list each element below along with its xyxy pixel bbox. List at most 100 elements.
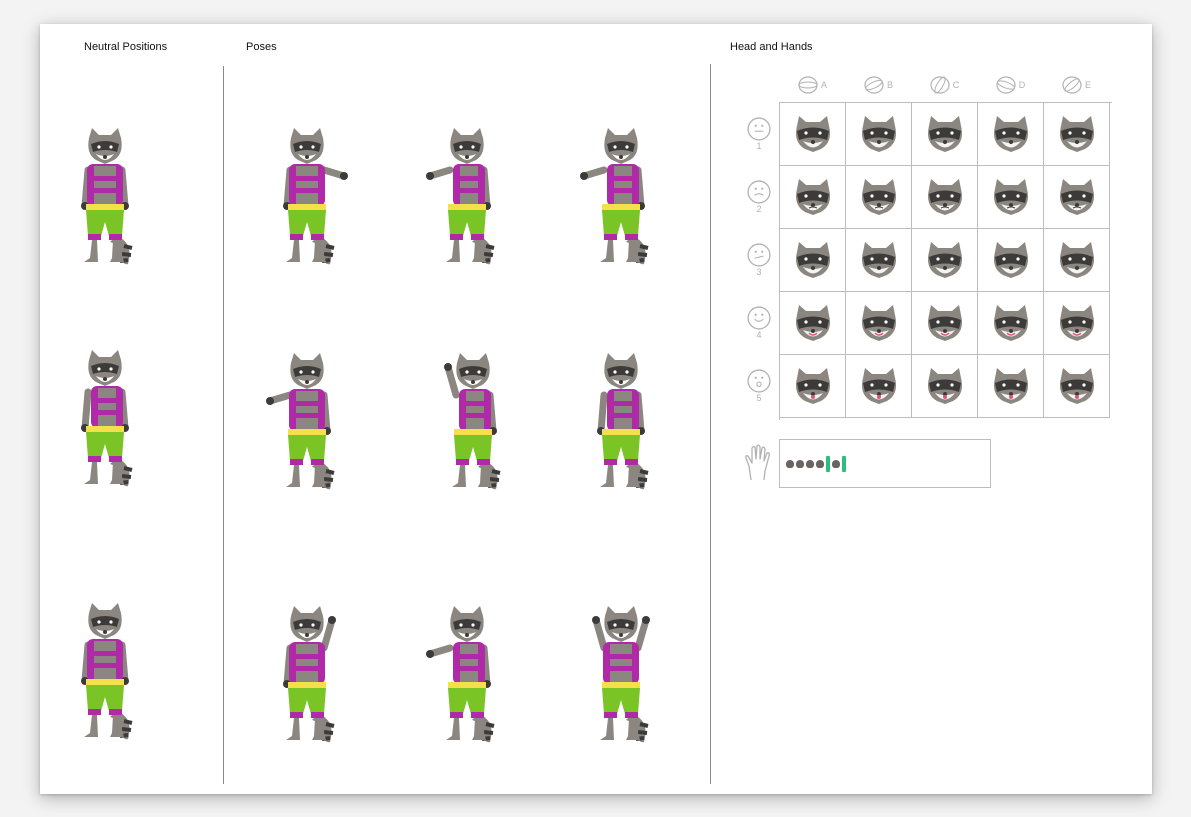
- head-cell: [978, 229, 1044, 292]
- raccoon-figure-pose-wave-right: [266, 124, 348, 269]
- face-expression-icon: [747, 243, 771, 267]
- head-cell: [1044, 103, 1110, 166]
- column-label: E: [1084, 80, 1091, 90]
- head-cell: [1044, 229, 1110, 292]
- column-label: A: [820, 80, 827, 90]
- hand-icon: [745, 444, 770, 481]
- head-cell: [1044, 166, 1110, 229]
- head-cell: [978, 292, 1044, 355]
- head-cell: [780, 166, 846, 229]
- hand-sprite-highlighted: [842, 455, 846, 472]
- face-expression-icon: [747, 180, 771, 204]
- row-label: 1: [756, 141, 762, 151]
- divider-right: [710, 64, 711, 784]
- head-angle-icon: [1062, 76, 1082, 94]
- raccoon-head-icon: [993, 242, 1028, 278]
- raccoon-head-icon: [1059, 116, 1094, 152]
- raccoon-head-icon: [1059, 242, 1094, 278]
- column-header: C: [911, 74, 977, 96]
- row-header: 5: [740, 356, 778, 416]
- raccoon-figure-neutral-back: [64, 599, 146, 744]
- raccoon-head-icon: [795, 305, 830, 341]
- head-angle-icon: [930, 76, 950, 94]
- head-grid: [779, 102, 1112, 420]
- row-label: 2: [756, 204, 762, 214]
- hand-sprite: [786, 459, 794, 468]
- raccoon-head-icon: [993, 179, 1028, 215]
- head-angle-icon: [864, 76, 884, 94]
- hand-sprite: [816, 459, 824, 468]
- head-cell: [846, 166, 912, 229]
- hand-sprite: [806, 459, 814, 468]
- head-cell: [912, 229, 978, 292]
- head-cell: [1044, 292, 1110, 355]
- head-cell: [912, 292, 978, 355]
- row-header: 1: [740, 104, 778, 164]
- face-expression-icon: [747, 306, 771, 330]
- hands-strip: [779, 439, 991, 488]
- head-cell: [780, 229, 846, 292]
- raccoon-figure-pose-hand-chest: [580, 349, 662, 494]
- column-header: B: [845, 74, 911, 96]
- hand-sprite: [796, 459, 804, 468]
- divider-left: [223, 66, 224, 784]
- raccoon-figure-neutral-side: [64, 346, 146, 491]
- head-cell: [846, 292, 912, 355]
- row-header: 2: [740, 167, 778, 227]
- head-cell: [978, 355, 1044, 418]
- raccoon-head-icon: [795, 368, 830, 404]
- head-cell: [780, 292, 846, 355]
- head-cell: [912, 103, 978, 166]
- column-label: B: [886, 80, 893, 90]
- raccoon-head-icon: [993, 305, 1028, 341]
- head-angle-icon: [798, 76, 818, 94]
- head-cell: [912, 355, 978, 418]
- character-sheet: Neutral Positions Poses Head and Hands A…: [40, 24, 1152, 794]
- raccoon-figure-pose-point-left: [426, 124, 508, 269]
- head-angle-icon: [996, 76, 1016, 94]
- raccoon-head-icon: [1059, 305, 1094, 341]
- raccoon-head-icon: [795, 179, 830, 215]
- head-cell: [978, 103, 1044, 166]
- column-label: C: [952, 80, 960, 90]
- hand-sprite-highlighted: [826, 455, 830, 472]
- raccoon-head-icon: [993, 116, 1028, 152]
- raccoon-figure-pose-point-side: [426, 602, 508, 747]
- raccoon-head-icon: [927, 305, 962, 341]
- raccoon-figure-pose-raise-right: [266, 602, 348, 747]
- head-cell: [978, 166, 1044, 229]
- raccoon-figure-pose-reach-left: [266, 349, 348, 494]
- raccoon-head-icon: [993, 368, 1028, 404]
- raccoon-figure-pose-point-left-alt: [580, 124, 662, 269]
- raccoon-head-icon: [795, 242, 830, 278]
- raccoon-figure-pose-both-up: [580, 602, 662, 747]
- row-header: 4: [740, 293, 778, 353]
- raccoon-figure-pose-raise-left: [432, 349, 514, 494]
- raccoon-head-icon: [795, 116, 830, 152]
- face-expression-icon: [747, 117, 771, 141]
- head-cell: [846, 103, 912, 166]
- raccoon-head-icon: [927, 179, 962, 215]
- raccoon-head-icon: [861, 179, 896, 215]
- column-header: A: [779, 74, 845, 96]
- row-label: 5: [756, 393, 762, 403]
- raccoon-head-icon: [927, 368, 962, 404]
- row-header: 3: [740, 230, 778, 290]
- column-header: E: [1043, 74, 1109, 96]
- head-and-hands-title: Head and Hands: [730, 41, 813, 53]
- hand-sprite: [832, 459, 840, 468]
- head-cell: [912, 166, 978, 229]
- raccoon-head-icon: [1059, 179, 1094, 215]
- raccoon-head-icon: [1059, 368, 1094, 404]
- head-cell: [780, 103, 846, 166]
- head-cell: [846, 229, 912, 292]
- raccoon-head-icon: [861, 242, 896, 278]
- head-cell: [780, 355, 846, 418]
- raccoon-figure-neutral-front: [64, 124, 146, 269]
- column-header: D: [977, 74, 1043, 96]
- raccoon-head-icon: [861, 305, 896, 341]
- raccoon-head-icon: [861, 368, 896, 404]
- column-label: D: [1018, 80, 1026, 90]
- head-cell: [846, 355, 912, 418]
- face-expression-icon: [747, 369, 771, 393]
